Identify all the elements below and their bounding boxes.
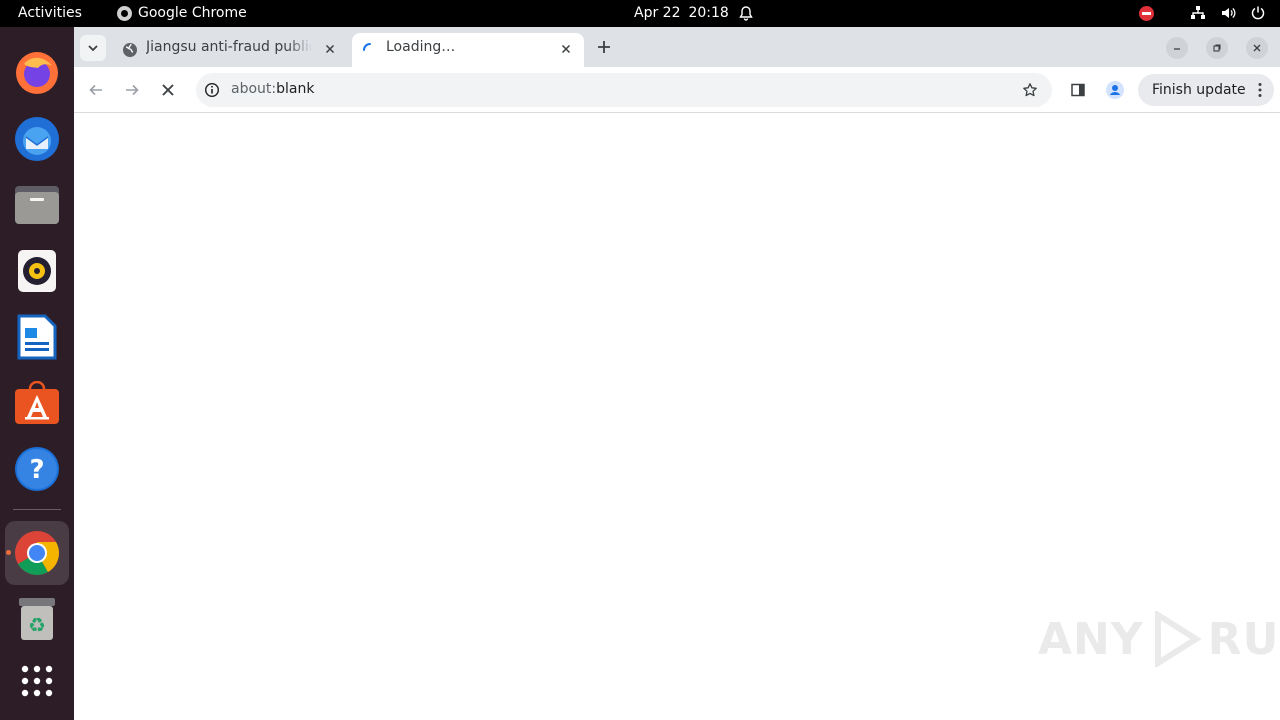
dock-thunderbird[interactable] <box>5 107 69 171</box>
page-content[interactable]: ANY RUN <box>74 114 1280 720</box>
tab-jiangsu[interactable]: Jiangsu anti-fraud public <box>112 33 348 67</box>
anyrun-watermark: ANY RUN <box>1038 611 1280 667</box>
dock-rhythmbox[interactable] <box>5 239 69 303</box>
url-path: blank <box>276 81 315 97</box>
url-text[interactable]: about:blank <box>231 81 314 97</box>
tab-title: Loading… <box>386 39 456 55</box>
clock-date: Apr 22 <box>634 5 681 21</box>
svg-text:?: ? <box>29 455 44 485</box>
app-center-icon <box>15 381 59 424</box>
libreoffice-writer-icon <box>17 314 57 360</box>
firefox-icon <box>16 52 58 94</box>
volume-icon[interactable] <box>1220 5 1236 21</box>
files-icon <box>15 186 59 224</box>
activities-button[interactable]: Activities <box>18 5 82 21</box>
chevron-down-icon <box>88 45 98 52</box>
dock-firefox[interactable] <box>5 41 69 105</box>
globe-icon <box>123 43 137 57</box>
chrome-icon <box>15 531 59 575</box>
close-tab-icon[interactable] <box>558 41 574 57</box>
side-panel-icon[interactable] <box>1070 82 1086 98</box>
dock-app-center[interactable] <box>5 371 69 435</box>
restore-button[interactable] <box>1206 37 1228 59</box>
dock-separator <box>13 509 61 510</box>
more-menu-icon <box>1258 83 1262 97</box>
back-icon[interactable] <box>88 82 104 98</box>
bookmark-star-icon[interactable] <box>1022 82 1038 98</box>
finish-update-label: Finish update <box>1152 82 1246 98</box>
profile-avatar-icon[interactable] <box>1106 81 1124 99</box>
address-bar[interactable]: about:blank <box>196 73 1052 107</box>
spinner-icon <box>363 43 371 51</box>
show-apps-icon <box>21 665 53 697</box>
forward-icon[interactable] <box>124 82 140 98</box>
notification-bell-icon[interactable] <box>738 5 754 21</box>
clock-time: 20:18 <box>688 5 729 21</box>
dock-libreoffice-writer[interactable] <box>5 305 69 369</box>
chrome-app-icon <box>117 5 132 21</box>
close-icon <box>1253 44 1261 52</box>
thunderbird-icon <box>15 117 59 161</box>
dock-trash[interactable]: ♻ <box>5 587 69 651</box>
dock-chrome[interactable] <box>5 521 69 585</box>
app-menu-label: Google Chrome <box>138 5 247 21</box>
trash-icon: ♻ <box>19 598 55 640</box>
svg-text:♻: ♻ <box>28 613 46 637</box>
dock-files[interactable] <box>5 173 69 237</box>
watermark-text-left: ANY <box>1038 613 1144 665</box>
finish-update-button[interactable]: Finish update <box>1138 74 1274 106</box>
chrome-window: Jiangsu anti-fraud public Loading… about… <box>74 27 1280 720</box>
system-tray[interactable] <box>1139 5 1266 21</box>
close-tab-icon[interactable] <box>322 41 338 57</box>
tab-loading[interactable]: Loading… <box>352 33 584 67</box>
help-icon: ? <box>15 447 59 491</box>
tab-strip: Jiangsu anti-fraud public Loading… <box>74 27 1280 67</box>
stop-loading-icon[interactable] <box>160 82 176 98</box>
play-logo-icon <box>1154 611 1202 667</box>
power-icon[interactable] <box>1250 5 1266 21</box>
tab-search-button[interactable] <box>80 35 106 61</box>
gnome-top-bar: Activities Google Chrome Apr 22 20:18 <box>0 0 1280 27</box>
dock-help[interactable]: ? <box>5 437 69 501</box>
ubuntu-dock: ? ♻ <box>0 27 74 720</box>
browser-toolbar: about:blank Finish update <box>74 67 1280 113</box>
app-menu[interactable]: Google Chrome <box>117 5 247 21</box>
minimize-icon <box>1174 48 1180 50</box>
site-info-icon[interactable] <box>204 82 220 98</box>
url-scheme: about: <box>231 81 277 97</box>
window-controls <box>1166 37 1268 59</box>
restore-icon <box>1213 44 1221 52</box>
close-window-button[interactable] <box>1246 37 1268 59</box>
rhythmbox-icon <box>18 250 56 292</box>
minimize-button[interactable] <box>1166 37 1188 59</box>
clock[interactable]: Apr 22 20:18 <box>634 5 729 21</box>
watermark-text-right: RUN <box>1207 613 1280 665</box>
tab-title: Jiangsu anti-fraud public <box>146 39 312 55</box>
do-not-disturb-icon[interactable] <box>1139 5 1154 21</box>
dock-show-apps[interactable] <box>5 649 69 713</box>
network-wired-icon[interactable] <box>1190 5 1206 21</box>
new-tab-icon[interactable] <box>596 39 612 55</box>
